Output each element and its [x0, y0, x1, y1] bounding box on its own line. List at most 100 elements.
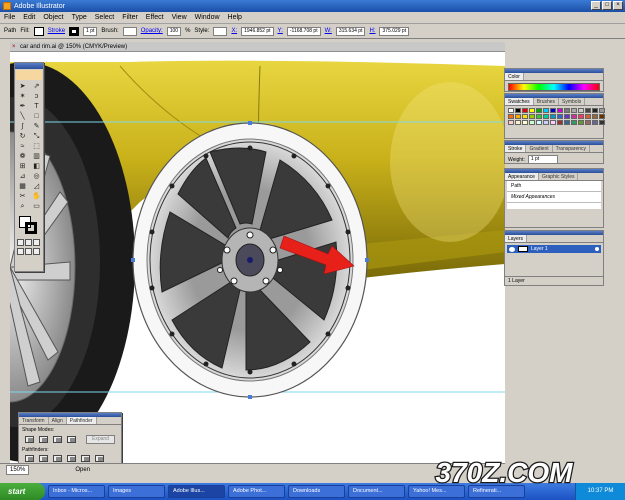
intersect-icon[interactable] [53, 436, 62, 443]
stroke-swatch[interactable] [69, 26, 80, 36]
graph-tool-icon[interactable]: ▥ [30, 152, 43, 161]
menu-effect[interactable]: Effect [146, 14, 164, 21]
taskbar-item[interactable]: Adobe Phot... [228, 485, 285, 498]
hand-tool-icon[interactable]: ✋ [30, 192, 43, 201]
pen-tool-icon[interactable]: ✒ [16, 102, 29, 111]
tab-color[interactable]: Color [505, 73, 524, 80]
menu-window[interactable]: Window [195, 14, 220, 21]
selection-tool-icon[interactable]: ➤ [16, 82, 29, 91]
pencil-tool-icon[interactable]: ✎ [30, 122, 43, 131]
tab-stroke[interactable]: Stroke [505, 145, 527, 152]
tab-symbols[interactable]: Symbols [559, 98, 586, 105]
minus-front-icon[interactable] [39, 436, 48, 443]
color-mode-icon[interactable] [17, 239, 24, 246]
artboard-canvas[interactable] [10, 52, 505, 463]
menu-view[interactable]: View [172, 14, 187, 21]
menu-edit[interactable]: Edit [23, 14, 35, 21]
h-field[interactable]: 375.029 pt [379, 26, 410, 36]
close-button[interactable]: × [613, 1, 623, 10]
appearance-sub[interactable]: Mixed Appearances [507, 192, 601, 203]
tab-layers[interactable]: Layers [505, 235, 528, 242]
mesh-tool-icon[interactable]: ⊞ [16, 162, 29, 171]
status-mode[interactable]: Open [75, 467, 90, 473]
outline-icon[interactable] [81, 455, 90, 462]
screen-mode-normal-icon[interactable] [17, 248, 24, 255]
scale-tool-icon[interactable]: ⤡ [30, 132, 43, 141]
tab-gradient[interactable]: Gradient [526, 145, 553, 152]
magic-wand-tool-icon[interactable]: ✶ [16, 92, 29, 101]
visibility-eye-icon[interactable] [509, 246, 515, 252]
merge-icon[interactable] [53, 455, 62, 462]
close-document-icon[interactable]: × [12, 42, 16, 52]
tab-transparency[interactable]: Transparency [553, 145, 591, 152]
scissors-tool-icon[interactable]: ✂ [16, 192, 29, 201]
tab-graphic-styles[interactable]: Graphic Styles [539, 173, 579, 180]
menu-select[interactable]: Select [95, 14, 114, 21]
menu-file[interactable]: File [4, 14, 15, 21]
exclude-icon[interactable] [67, 436, 76, 443]
trim-icon[interactable] [39, 455, 48, 462]
x-field[interactable]: 1946.852 pt [241, 26, 274, 36]
menu-filter[interactable]: Filter [122, 14, 138, 21]
none-mode-icon[interactable] [33, 239, 40, 246]
swatch-grid[interactable] [505, 106, 605, 127]
fill-stroke-widget[interactable] [17, 214, 41, 236]
divide-icon[interactable] [25, 455, 34, 462]
fill-swatch[interactable] [33, 26, 44, 36]
maximize-button[interactable]: □ [602, 1, 612, 10]
taskbar-item[interactable]: Images [108, 485, 165, 498]
target-circle-icon[interactable] [595, 247, 599, 251]
stroke-box[interactable] [25, 222, 37, 234]
y-field[interactable]: -1168.708 pt [286, 26, 321, 36]
tab-appearance[interactable]: Appearance [505, 173, 539, 180]
warp-tool-icon[interactable]: ≈ [16, 142, 29, 151]
gradient-mode-icon[interactable] [25, 239, 32, 246]
style-dropdown[interactable] [213, 26, 228, 36]
taskbar-item[interactable]: Inbox - Micros... [48, 485, 105, 498]
rectangle-tool-icon[interactable]: □ [30, 112, 43, 121]
opacity-link[interactable]: Opacity: [141, 28, 163, 34]
minus-back-icon[interactable] [95, 455, 104, 462]
tab-pathfinder[interactable]: Pathfinder [66, 417, 97, 424]
stroke-weight-field[interactable]: 1 pt [83, 26, 98, 36]
tab-swatches[interactable]: Swatches [505, 98, 534, 105]
screen-mode-full-icon[interactable] [25, 248, 32, 255]
weight-field[interactable]: 1 pt [527, 155, 558, 164]
zoom-field[interactable]: 150% [6, 464, 30, 475]
menu-object[interactable]: Object [43, 14, 63, 21]
tab-transform[interactable]: Transform [19, 417, 49, 424]
gradient-tool-icon[interactable]: ◧ [30, 162, 43, 171]
screen-mode-fullscreen-icon[interactable] [33, 248, 40, 255]
taskbar-item[interactable]: Downloads [288, 485, 345, 498]
tab-align[interactable]: Align [49, 417, 67, 424]
rotate-tool-icon[interactable]: ↻ [16, 132, 29, 141]
opacity-field[interactable]: 100 [166, 26, 182, 36]
tab-brushes[interactable]: Brushes [534, 98, 560, 105]
slice-tool-icon[interactable]: ◿ [30, 182, 43, 191]
car-artwork[interactable] [10, 52, 505, 463]
free-transform-tool-icon[interactable]: ⬚ [30, 142, 43, 151]
layer-row[interactable]: Layer 1 [507, 245, 601, 253]
eyedropper-tool-icon[interactable]: ⊿ [16, 172, 29, 181]
symbol-sprayer-tool-icon[interactable]: ❁ [16, 152, 29, 161]
page-tool-icon[interactable]: ▭ [30, 202, 43, 211]
menu-help[interactable]: Help [228, 14, 242, 21]
direct-selection-tool-icon[interactable]: ⇗ [30, 82, 43, 91]
crop-icon[interactable] [67, 455, 76, 462]
lasso-tool-icon[interactable]: ↄ [30, 92, 43, 101]
color-spectrum[interactable] [508, 83, 600, 91]
unite-icon[interactable] [25, 436, 34, 443]
w-field[interactable]: 315.634 pt [335, 26, 366, 36]
taskbar-item[interactable]: Adobe Illus... [168, 485, 225, 498]
start-button[interactable]: start [0, 483, 45, 500]
minimize-button[interactable]: _ [591, 1, 601, 10]
appearance-item[interactable]: Path [507, 181, 601, 192]
brush-dropdown[interactable] [122, 26, 137, 36]
stroke-link[interactable]: Stroke [48, 28, 65, 34]
paintbrush-tool-icon[interactable]: ∫ [16, 122, 29, 131]
menu-type[interactable]: Type [72, 14, 87, 21]
blend-tool-icon[interactable]: ◎ [30, 172, 43, 181]
document-tab[interactable]: × car and rim.ai @ 150% (CMYK/Preview) [10, 42, 505, 52]
zoom-tool-icon[interactable]: ⌕ [16, 202, 29, 211]
live-paint-tool-icon[interactable]: ▦ [16, 182, 29, 191]
